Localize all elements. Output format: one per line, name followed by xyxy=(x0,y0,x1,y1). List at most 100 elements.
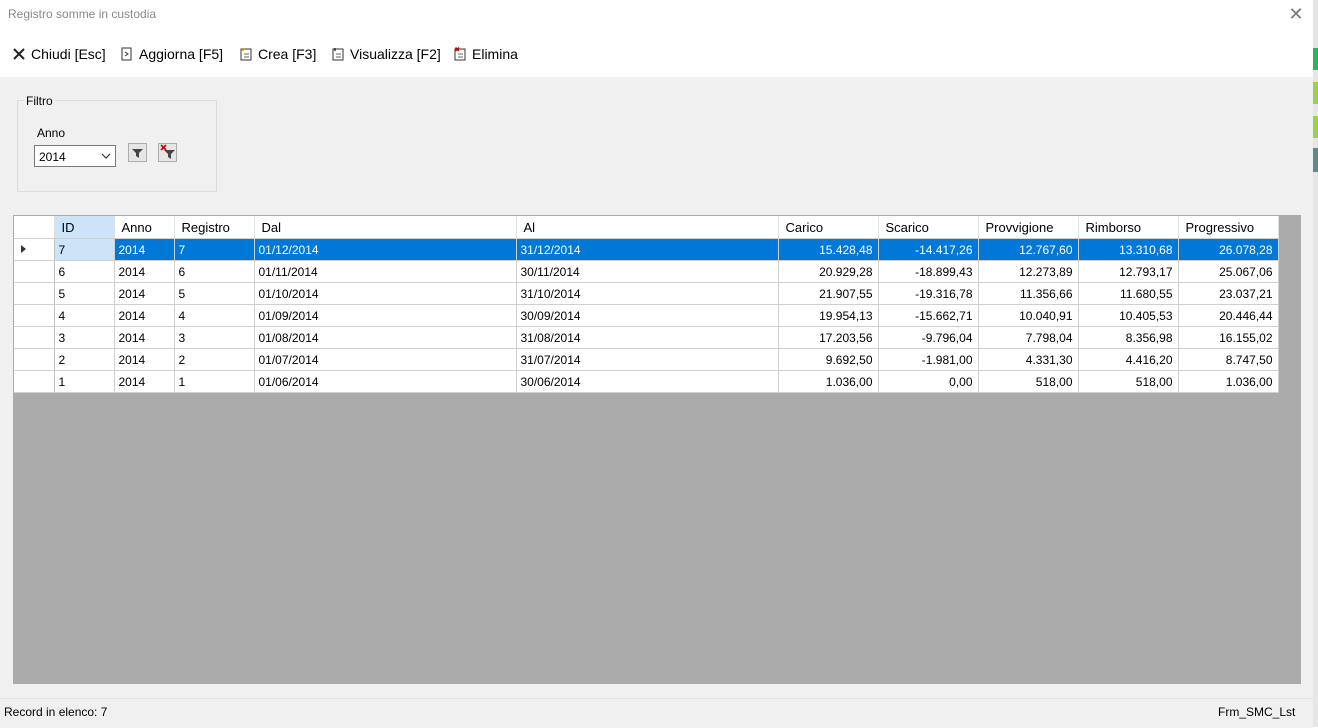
elimina-button[interactable]: Elimina xyxy=(453,44,518,64)
cell-id[interactable]: 7 xyxy=(54,238,115,261)
cell-registro[interactable]: 2 xyxy=(174,348,255,371)
cell-id[interactable]: 4 xyxy=(54,304,115,327)
cell-scarico[interactable]: -14.417,26 xyxy=(878,238,979,261)
cell-progressivo[interactable]: 16.155,02 xyxy=(1178,326,1279,349)
cell-scarico[interactable]: -19.316,78 xyxy=(878,282,979,305)
anno-select[interactable]: 2014 xyxy=(34,145,116,167)
cell-progressivo[interactable]: 23.037,21 xyxy=(1178,282,1279,305)
cell-progressivo[interactable]: 1.036,00 xyxy=(1178,370,1279,393)
cell-progressivo[interactable]: 20.446,44 xyxy=(1178,304,1279,327)
table-row[interactable]: 7 2014 7 01/12/2014 31/12/2014 15.428,48… xyxy=(14,238,1279,261)
close-icon[interactable]: ✕ xyxy=(1286,4,1306,24)
cell-anno[interactable]: 2014 xyxy=(114,326,175,349)
cell-registro[interactable]: 4 xyxy=(174,304,255,327)
column-header-anno[interactable]: Anno xyxy=(114,216,175,239)
column-header-provvigione[interactable]: Provvigione xyxy=(978,216,1079,239)
cell-carico[interactable]: 15.428,48 xyxy=(778,238,879,261)
column-header-carico[interactable]: Carico xyxy=(778,216,879,239)
cell-provvigione[interactable]: 518,00 xyxy=(978,370,1079,393)
cell-anno[interactable]: 2014 xyxy=(114,238,175,261)
cell-progressivo[interactable]: 26.078,28 xyxy=(1178,238,1279,261)
table-row[interactable]: 4 2014 4 01/09/2014 30/09/2014 19.954,13… xyxy=(14,304,1279,327)
cell-scarico[interactable]: -9.796,04 xyxy=(878,326,979,349)
table-row[interactable]: 6 2014 6 01/11/2014 30/11/2014 20.929,28… xyxy=(14,260,1279,283)
cell-progressivo[interactable]: 25.067,06 xyxy=(1178,260,1279,283)
column-header-al[interactable]: Al xyxy=(516,216,779,239)
cell-dal[interactable]: 01/07/2014 xyxy=(254,348,517,371)
row-header[interactable] xyxy=(14,370,55,393)
cell-provvigione[interactable]: 12.273,89 xyxy=(978,260,1079,283)
cell-carico[interactable]: 9.692,50 xyxy=(778,348,879,371)
cell-provvigione[interactable]: 7.798,04 xyxy=(978,326,1079,349)
cell-id[interactable]: 2 xyxy=(54,348,115,371)
row-header[interactable] xyxy=(14,304,55,327)
cell-al[interactable]: 30/09/2014 xyxy=(516,304,779,327)
cell-provvigione[interactable]: 4.331,30 xyxy=(978,348,1079,371)
row-header[interactable] xyxy=(14,238,55,261)
column-header-registro[interactable]: Registro xyxy=(174,216,255,239)
cell-scarico[interactable]: -15.662,71 xyxy=(878,304,979,327)
row-header[interactable] xyxy=(14,326,55,349)
column-header-rimborso[interactable]: Rimborso xyxy=(1078,216,1179,239)
row-header[interactable] xyxy=(14,282,55,305)
cell-rimborso[interactable]: 8.356,98 xyxy=(1078,326,1179,349)
crea-button[interactable]: Crea [F3] xyxy=(239,44,316,64)
cell-id[interactable]: 6 xyxy=(54,260,115,283)
cell-registro[interactable]: 1 xyxy=(174,370,255,393)
cell-carico[interactable]: 17.203,56 xyxy=(778,326,879,349)
cell-rimborso[interactable]: 518,00 xyxy=(1078,370,1179,393)
clear-filter-button[interactable] xyxy=(158,143,177,162)
table-row[interactable]: 1 2014 1 01/06/2014 30/06/2014 1.036,00 … xyxy=(14,370,1279,393)
table-row[interactable]: 5 2014 5 01/10/2014 31/10/2014 21.907,55… xyxy=(14,282,1279,305)
cell-id[interactable]: 3 xyxy=(54,326,115,349)
cell-provvigione[interactable]: 12.767,60 xyxy=(978,238,1079,261)
cell-al[interactable]: 30/06/2014 xyxy=(516,370,779,393)
cell-dal[interactable]: 01/08/2014 xyxy=(254,326,517,349)
cell-rimborso[interactable]: 11.680,55 xyxy=(1078,282,1179,305)
column-header-dal[interactable]: Dal xyxy=(254,216,517,239)
cell-scarico[interactable]: -18.899,43 xyxy=(878,260,979,283)
column-header-progressivo[interactable]: Progressivo xyxy=(1178,216,1279,239)
cell-dal[interactable]: 01/10/2014 xyxy=(254,282,517,305)
cell-scarico[interactable]: -1.981,00 xyxy=(878,348,979,371)
cell-rimborso[interactable]: 10.405,53 xyxy=(1078,304,1179,327)
cell-dal[interactable]: 01/11/2014 xyxy=(254,260,517,283)
cell-al[interactable]: 31/12/2014 xyxy=(516,238,779,261)
cell-registro[interactable]: 6 xyxy=(174,260,255,283)
cell-al[interactable]: 30/11/2014 xyxy=(516,260,779,283)
column-header-id[interactable]: ID xyxy=(54,216,115,239)
cell-provvigione[interactable]: 11.356,66 xyxy=(978,282,1079,305)
cell-anno[interactable]: 2014 xyxy=(114,304,175,327)
cell-registro[interactable]: 3 xyxy=(174,326,255,349)
cell-id[interactable]: 1 xyxy=(54,370,115,393)
cell-carico[interactable]: 20.929,28 xyxy=(778,260,879,283)
column-header-scarico[interactable]: Scarico xyxy=(878,216,979,239)
chiudi-button[interactable]: Chiudi [Esc] xyxy=(12,44,106,64)
cell-dal[interactable]: 01/12/2014 xyxy=(254,238,517,261)
cell-scarico[interactable]: 0,00 xyxy=(878,370,979,393)
cell-anno[interactable]: 2014 xyxy=(114,348,175,371)
cell-anno[interactable]: 2014 xyxy=(114,260,175,283)
table-row[interactable]: 2 2014 2 01/07/2014 31/07/2014 9.692,50 … xyxy=(14,348,1279,371)
row-header[interactable] xyxy=(14,348,55,371)
cell-provvigione[interactable]: 10.040,91 xyxy=(978,304,1079,327)
cell-anno[interactable]: 2014 xyxy=(114,282,175,305)
cell-anno[interactable]: 2014 xyxy=(114,370,175,393)
visualizza-button[interactable]: Visualizza [F2] xyxy=(331,44,441,64)
table-row[interactable]: 3 2014 3 01/08/2014 31/08/2014 17.203,56… xyxy=(14,326,1279,349)
cell-dal[interactable]: 01/06/2014 xyxy=(254,370,517,393)
cell-id[interactable]: 5 xyxy=(54,282,115,305)
aggiorna-button[interactable]: Aggiorna [F5] xyxy=(120,44,223,64)
cell-registro[interactable]: 7 xyxy=(174,238,255,261)
cell-al[interactable]: 31/07/2014 xyxy=(516,348,779,371)
cell-dal[interactable]: 01/09/2014 xyxy=(254,304,517,327)
row-header[interactable] xyxy=(14,260,55,283)
cell-carico[interactable]: 19.954,13 xyxy=(778,304,879,327)
cell-rimborso[interactable]: 13.310,68 xyxy=(1078,238,1179,261)
cell-rimborso[interactable]: 4.416,20 xyxy=(1078,348,1179,371)
cell-carico[interactable]: 1.036,00 xyxy=(778,370,879,393)
cell-rimborso[interactable]: 12.793,17 xyxy=(1078,260,1179,283)
cell-carico[interactable]: 21.907,55 xyxy=(778,282,879,305)
cell-progressivo[interactable]: 8.747,50 xyxy=(1178,348,1279,371)
cell-al[interactable]: 31/10/2014 xyxy=(516,282,779,305)
